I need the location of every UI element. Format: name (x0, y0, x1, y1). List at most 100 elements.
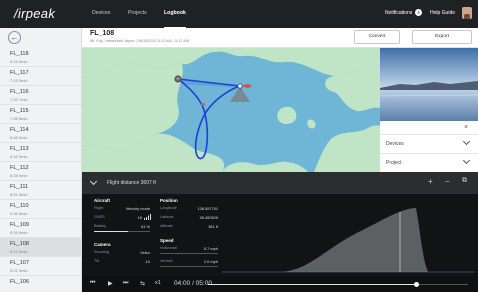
top-bar: /irpeak Devices Projects Logbook Notific… (0, 0, 478, 29)
list-item-subtitle: 5:01 5min (10, 268, 28, 273)
vertical-speed-value: 2.0 mph (203, 259, 218, 264)
flight-mode-value: Velocity mode (125, 206, 150, 211)
nav-logbook[interactable]: Logbook (164, 10, 186, 29)
flight-title: FL_108 (90, 30, 115, 37)
position-title: Position (160, 198, 178, 203)
loop-icon[interactable]: ⇆ (140, 280, 145, 287)
logo[interactable]: /irpeak (14, 6, 55, 21)
altitude-label: Altitude (160, 224, 173, 228)
playback-bar: ⏮ ▶ ⏭ ⇆ x1 04:00 / 05:00 (82, 276, 478, 292)
convert-button[interactable]: Convert (354, 30, 400, 44)
flight-distance: Flight distance 3607 ft (107, 180, 156, 186)
list-item-subtitle: 6:28 5min (10, 173, 28, 178)
list-item[interactable]: FL_115 7:08 8min (0, 105, 81, 124)
battery-value: 61 % (141, 224, 150, 229)
list-item-subtitle: 6:32 5min (10, 154, 28, 159)
list-item-subtitle: 5:51 8min (10, 192, 28, 197)
svg-text:H: H (176, 77, 179, 82)
list-item[interactable]: FL_108 5:12 5min (0, 238, 81, 257)
flight-list-sidebar: ← FL_118 6:15 5min FL_117 7:15 5min FL_116 7:… (0, 28, 82, 292)
map-canvas: H (82, 48, 380, 172)
list-item[interactable]: FL_109 5:26 8min (0, 219, 81, 238)
notifications-badge: 4 (415, 9, 422, 16)
list-item-title: FL_108 (10, 241, 29, 247)
list-item-title: FL_116 (10, 89, 29, 95)
list-item[interactable]: FL_113 6:32 5min (0, 143, 81, 162)
avatar[interactable] (462, 7, 472, 19)
list-item-subtitle: 6:15 5min (10, 59, 28, 64)
list-item[interactable]: FL_111 5:51 8min (0, 181, 81, 200)
telemetry-panel: Flight distance 3607 ft + − ⧉ Aircraft F… (82, 172, 478, 292)
project-section[interactable]: Project (380, 153, 478, 172)
flight-meta: Mt. Fuji, Yamanashi Japan | 08/30/2021 5… (90, 39, 189, 43)
tilt-label: Tilt (94, 259, 99, 263)
list-item[interactable]: FL_106 (0, 276, 81, 292)
list-item[interactable]: FL_117 7:15 5min (0, 67, 81, 86)
flight-mode-label: Flight (94, 206, 104, 210)
chevron-down-icon (462, 156, 471, 165)
gnss-label: GNSS (94, 215, 105, 219)
list-item-subtitle: 5:12 5min (10, 249, 28, 254)
close-icon[interactable]: × (464, 124, 468, 131)
flight-map[interactable]: H (82, 48, 380, 172)
list-item-title: FL_113 (10, 146, 29, 152)
list-item[interactable]: FL_110 5:36 8min (0, 200, 81, 219)
playback-knob[interactable] (413, 282, 419, 287)
flight-header: FL_108 Mt. Fuji, Yamanashi Japan | 08/30… (82, 28, 478, 48)
horizontal-speed-bar (160, 253, 218, 254)
flight-photo[interactable] (380, 48, 478, 121)
camera-title: Camera (94, 242, 111, 247)
list-item[interactable]: FL_114 6:48 5min (0, 124, 81, 143)
shooting-label: Shooting (94, 250, 109, 254)
list-item[interactable]: FL_112 6:28 5min (0, 162, 81, 181)
list-item[interactable]: FL_116 7:32 7min (0, 86, 81, 105)
copy-icon[interactable]: ⧉ (462, 177, 467, 185)
list-item-title: FL_117 (10, 70, 29, 76)
list-item-title: FL_112 (10, 165, 29, 171)
export-button[interactable]: Export (412, 30, 472, 44)
collapse-chevron-icon[interactable] (89, 177, 98, 186)
list-item-subtitle: 7:32 7min (10, 97, 28, 102)
devices-section[interactable]: Devices (380, 134, 478, 153)
list-item-title: FL_109 (10, 222, 29, 228)
longitude-value: 138.597751 (197, 206, 218, 211)
play-icon[interactable]: ▶ (108, 280, 113, 287)
latitude-value: 35.490529 (199, 215, 218, 220)
skip-forward-icon[interactable]: ⏭ (123, 280, 128, 287)
nav-projects[interactable]: Projects (128, 10, 147, 16)
list-item[interactable]: FL_118 6:15 5min (0, 48, 81, 67)
playback-time: 04:00 / 05:00 (174, 280, 212, 287)
back-button[interactable]: ← (8, 31, 21, 44)
chevron-down-icon (462, 137, 471, 146)
list-item-title: FL_110 (10, 203, 29, 209)
horizontal-speed-label: Horizontal (160, 246, 178, 250)
list-item-title: FL_106 (10, 279, 29, 285)
zoom-in-icon[interactable]: + (428, 177, 433, 186)
battery-label: Battery (94, 224, 107, 228)
notifications-link[interactable]: Notifications (385, 10, 412, 16)
speed-title: Speed (160, 238, 174, 243)
project-section-label: Project (386, 160, 402, 166)
help-guide-link[interactable]: Help Guide (430, 10, 455, 16)
telemetry-header: Flight distance 3607 ft + − ⧉ (82, 172, 478, 194)
list-item-subtitle: 7:15 5min (10, 78, 28, 83)
battery-bar-fill (94, 231, 129, 232)
list-item-title: FL_107 (10, 260, 29, 266)
list-item-title: FL_111 (10, 184, 29, 190)
list-item-title: FL_115 (10, 108, 29, 114)
flight-info-panel: × Devices Project (380, 48, 478, 172)
playback-track-fill (208, 284, 416, 285)
skip-back-icon[interactable]: ⏮ (90, 280, 95, 287)
longitude-label: Longitude (160, 206, 177, 210)
list-item-subtitle: 5:26 8min (10, 230, 28, 235)
list-item[interactable]: FL_107 5:01 5min (0, 257, 81, 276)
playback-speed[interactable]: x1 (155, 280, 161, 286)
vertical-speed-bar (160, 266, 218, 267)
list-item-subtitle: 5:36 8min (10, 211, 28, 216)
nav-devices[interactable]: Devices (92, 10, 110, 16)
gnss-value: 18 (137, 215, 142, 220)
signal-bars-icon (144, 214, 151, 220)
altitude-graph[interactable] (222, 198, 474, 276)
devices-section-label: Devices (386, 141, 404, 147)
zoom-out-icon[interactable]: − (445, 177, 450, 186)
